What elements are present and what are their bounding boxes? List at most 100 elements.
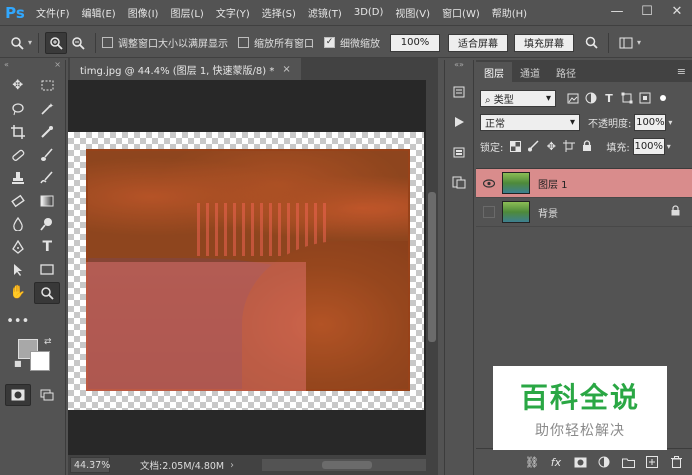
clone-stamp-tool-icon[interactable] (5, 167, 31, 189)
rectangle-tool-icon[interactable] (34, 259, 60, 281)
resize-windows-box[interactable] (102, 37, 114, 48)
scrubby-zoom-checkbox[interactable]: ✓ 细微缩放 (324, 35, 380, 50)
fill-slider-icon[interactable]: ▾ (667, 142, 671, 151)
fit-screen-button[interactable]: 适合屏幕 (448, 33, 509, 52)
new-adjustment-layer-icon[interactable] (592, 452, 616, 472)
magic-wand-tool-icon[interactable]: ✦ (34, 98, 60, 120)
menu-3d[interactable]: 3D(D) (348, 7, 390, 18)
workspace-dropdown-icon[interactable]: ▾ (637, 38, 641, 47)
collapse-icon[interactable]: « (4, 60, 9, 74)
brush-tool-icon[interactable] (34, 144, 60, 166)
eye-icon[interactable] (476, 178, 502, 188)
menu-layer[interactable]: 图层(L) (164, 5, 209, 20)
filter-toggle-icon[interactable] (654, 89, 672, 107)
layer-name[interactable]: 背景 (538, 205, 558, 220)
status-menu-arrow-icon[interactable]: › (230, 460, 234, 471)
zoom-tool-preset-icon[interactable] (6, 32, 28, 54)
swap-colors-icon[interactable]: ⇄ (44, 337, 52, 347)
lock-transparent-icon[interactable] (506, 137, 524, 155)
status-zoom-field[interactable]: 44.37% (70, 457, 110, 473)
marquee-tool-icon[interactable] (34, 75, 60, 97)
adjustments-panel-icon[interactable] (445, 170, 473, 194)
zoom-out-icon[interactable] (67, 32, 89, 54)
horizontal-scrollbar[interactable] (262, 459, 426, 471)
filter-smart-object-icon[interactable] (636, 89, 654, 107)
dock-collapse-icon[interactable]: «» (445, 60, 473, 74)
close-panel-icon[interactable]: × (54, 60, 61, 74)
fill-screen-button[interactable]: 填充屏幕 (514, 33, 575, 52)
more-tools-icon[interactable]: ••• (5, 311, 31, 333)
new-group-icon[interactable] (616, 452, 640, 472)
zoom-tool-icon[interactable] (34, 281, 61, 304)
path-selection-tool-icon[interactable] (5, 259, 31, 281)
minimize-button[interactable]: — (602, 0, 632, 22)
gradient-tool-icon[interactable] (34, 190, 60, 212)
background-color-swatch[interactable] (30, 351, 50, 371)
layer-row[interactable]: 背景 (476, 198, 692, 227)
history-panel-icon[interactable] (445, 80, 473, 104)
menu-view[interactable]: 视图(V) (389, 5, 436, 20)
filter-adjustment-icon[interactable] (582, 89, 600, 107)
eyedropper-tool-icon[interactable] (34, 121, 60, 143)
vertical-scrollbar[interactable] (426, 80, 438, 455)
vertical-scroll-thumb[interactable] (428, 192, 436, 342)
workspace-icon[interactable] (615, 32, 637, 54)
menu-edit[interactable]: 编辑(E) (76, 5, 122, 20)
menu-image[interactable]: 图像(I) (122, 5, 165, 20)
new-layer-icon[interactable] (640, 452, 664, 472)
layer-row[interactable]: 图层 1 (476, 169, 692, 198)
zoom-in-icon[interactable] (45, 31, 68, 54)
opacity-slider-icon[interactable]: ▾ (668, 118, 672, 127)
tab-paths[interactable]: 路径 (548, 62, 584, 82)
properties-panel-icon[interactable] (445, 140, 473, 164)
close-document-icon[interactable]: × (282, 64, 290, 75)
filter-pixel-icon[interactable] (564, 89, 582, 107)
filter-type-icon[interactable]: T (600, 89, 618, 107)
tab-channels[interactable]: 通道 (512, 62, 548, 82)
layer-name[interactable]: 图层 1 (538, 176, 568, 191)
blend-mode-dropdown[interactable]: 正常 ▾ (480, 113, 580, 131)
visibility-toggle[interactable] (483, 206, 495, 218)
crop-tool-icon[interactable] (5, 121, 31, 143)
layer-filter-dropdown[interactable]: ⌕ 类型 ▾ (480, 89, 556, 107)
lock-all-icon[interactable] (578, 137, 596, 155)
move-tool-icon[interactable]: ✥ (5, 75, 31, 97)
close-button[interactable]: ✕ (662, 0, 692, 22)
fill-field[interactable]: 100% (632, 137, 665, 155)
eraser-tool-icon[interactable] (5, 190, 31, 212)
default-colors-icon[interactable]: ■ (14, 359, 22, 368)
quick-mask-icon[interactable] (4, 383, 31, 406)
resize-windows-checkbox[interactable]: 调整窗口大小以满屏显示 (102, 35, 228, 50)
lock-image-pixels-icon[interactable] (524, 137, 542, 155)
lock-position-icon[interactable]: ✥ (542, 137, 560, 155)
maximize-button[interactable]: ☐ (632, 0, 662, 22)
lock-artboard-icon[interactable] (560, 137, 578, 155)
menu-window[interactable]: 窗口(W) (436, 5, 486, 20)
dodge-tool-icon[interactable] (34, 213, 60, 235)
hand-tool-icon[interactable]: ✋ (5, 282, 31, 304)
link-layers-icon[interactable]: ⛓ (520, 452, 544, 472)
document-tab[interactable]: timg.jpg @ 44.4% (图层 1, 快速蒙版/8) * × (70, 58, 301, 80)
horizontal-scroll-thumb[interactable] (322, 461, 372, 469)
menu-file[interactable]: 文件(F) (30, 5, 76, 20)
tab-layers[interactable]: 图层 (476, 62, 512, 82)
preset-dropdown-icon[interactable]: ▾ (28, 38, 32, 47)
history-brush-tool-icon[interactable] (34, 167, 60, 189)
menu-type[interactable]: 文字(Y) (210, 5, 256, 20)
filter-shape-icon[interactable] (618, 89, 636, 107)
screen-mode-icon[interactable] (34, 384, 60, 406)
zoom-all-windows-box[interactable] (238, 37, 250, 48)
zoom-all-windows-checkbox[interactable]: 缩放所有窗口 (238, 35, 314, 50)
add-mask-icon[interactable] (568, 452, 592, 472)
menu-help[interactable]: 帮助(H) (486, 5, 533, 20)
opacity-field[interactable]: 100% (634, 113, 667, 131)
lasso-tool-icon[interactable] (5, 98, 31, 120)
panel-menu-icon[interactable]: ≡ (677, 65, 692, 78)
blur-tool-icon[interactable] (5, 213, 31, 235)
delete-layer-icon[interactable] (664, 452, 688, 472)
type-tool-icon[interactable]: T (34, 236, 60, 258)
menu-select[interactable]: 选择(S) (256, 5, 302, 20)
healing-brush-tool-icon[interactable] (5, 144, 31, 166)
document-canvas-area[interactable] (68, 80, 426, 455)
zoom-percent-field[interactable]: 100% (390, 33, 441, 52)
